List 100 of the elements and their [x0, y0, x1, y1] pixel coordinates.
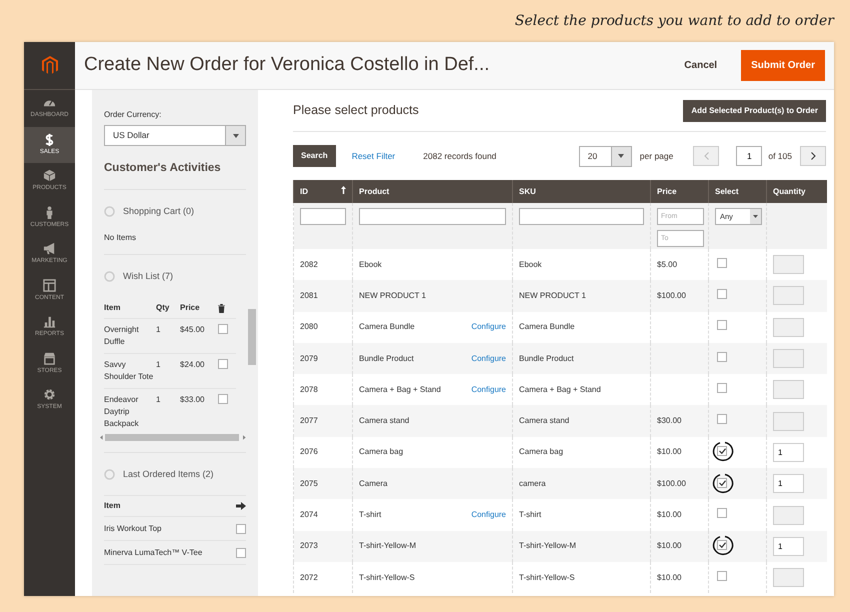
checkbox[interactable] — [236, 524, 246, 534]
table-cell: $30.00 — [657, 416, 682, 426]
spinner-icon — [104, 206, 115, 217]
section-title: Please select products — [293, 103, 419, 118]
column-header: Price — [650, 180, 708, 203]
caret-icon — [618, 154, 624, 158]
page-count: of 105 — [768, 150, 792, 162]
quantity-field[interactable]: 1 — [773, 442, 804, 462]
section-title[interactable]: Last Ordered Items (2) — [123, 468, 214, 481]
table-cell: NEW PRODUCT 1 — [359, 290, 426, 302]
checkbox[interactable] — [236, 548, 246, 558]
table-cell: 1 — [156, 354, 180, 390]
table-cell: 1 — [156, 319, 180, 354]
submit-order-button[interactable]: Submit Order — [741, 50, 825, 81]
checkbox[interactable] — [717, 352, 727, 362]
table-cell: 2072 — [294, 562, 352, 594]
table-cell: Iris Workout Top — [104, 522, 162, 535]
add-products-button[interactable]: Add Selected Product(s) to Order — [683, 100, 826, 122]
table-cell: Camera stand — [359, 415, 410, 428]
per-page-select[interactable]: 20 — [578, 146, 632, 166]
table-cell: $5.00 — [657, 260, 678, 269]
caret-icon — [753, 215, 758, 218]
column-header: Price — [180, 297, 218, 320]
checkbox[interactable] — [218, 359, 228, 370]
section-title[interactable]: Wish List (7) — [123, 270, 174, 283]
checkbox[interactable] — [218, 324, 228, 334]
table-cell: T-shirt-Yellow-M — [512, 530, 650, 562]
caption: Select the products you want to add to order — [514, 12, 834, 30]
scrollbar-thumb[interactable] — [104, 434, 240, 441]
column-header: Item — [104, 500, 120, 512]
logo-icon — [42, 56, 58, 75]
layout-icon — [43, 278, 56, 292]
previous-page-button[interactable] — [693, 146, 720, 166]
chevron-right-icon — [810, 152, 816, 160]
filter-field[interactable] — [300, 208, 346, 225]
column-header: Qty — [156, 297, 180, 320]
column-header[interactable]: ID — [300, 186, 308, 198]
table-cell: 2077 — [294, 405, 352, 437]
table-cell: camera — [512, 468, 650, 500]
configure-link[interactable]: Configure — [471, 321, 506, 334]
empty-message: No Items — [103, 232, 138, 244]
filter-field[interactable] — [519, 208, 644, 225]
table-cell: T-shirt — [359, 509, 382, 522]
checkbox[interactable] — [717, 446, 727, 456]
check-icon — [718, 448, 726, 454]
caret-icon — [232, 134, 238, 138]
megaphone-icon — [43, 242, 56, 256]
chevron-left-icon — [704, 152, 709, 160]
filter-field[interactable] — [359, 208, 506, 225]
column-header: Product — [352, 180, 512, 203]
section-title[interactable]: Shopping Cart (0) — [123, 204, 194, 218]
configure-link[interactable]: Configure — [471, 509, 506, 522]
checkbox[interactable] — [717, 570, 727, 581]
currency-select[interactable]: US Dollar — [104, 125, 246, 146]
table-cell: Camera + Bag + Stand — [359, 384, 441, 396]
checkbox[interactable] — [717, 382, 727, 393]
sort-arrow-icon — [341, 186, 346, 194]
page-title: Create New Order for Veronica Costello in Def... — [84, 54, 491, 77]
bar-chart-icon — [43, 315, 56, 328]
table-cell: Minerva LumaTech™ V-Tee — [104, 546, 202, 559]
page-input[interactable]: 1 — [736, 146, 762, 166]
cancel-button[interactable]: Cancel — [678, 57, 724, 74]
quantity-field[interactable]: 1 — [773, 474, 804, 494]
spinner-icon — [104, 270, 115, 282]
checkbox[interactable] — [717, 320, 727, 330]
box-icon — [43, 169, 56, 182]
next-page-button[interactable] — [800, 146, 826, 166]
table-cell: Camera Bundle — [359, 321, 415, 334]
table-cell: Camera bag — [359, 446, 404, 458]
checkbox[interactable] — [218, 394, 228, 404]
checkbox[interactable] — [717, 478, 727, 488]
checkbox[interactable] — [717, 258, 727, 268]
column-header: Item — [104, 297, 156, 320]
configure-link[interactable]: Configure — [471, 352, 506, 365]
checkbox[interactable] — [717, 540, 727, 550]
check-icon — [718, 542, 726, 548]
table-cell: Bundle Product — [359, 352, 414, 365]
table-cell: $10.00 — [657, 447, 682, 456]
table-cell: $100.00 — [657, 290, 686, 300]
quantity-field[interactable]: 1 — [773, 536, 804, 556]
reset-filter-link[interactable]: Reset Filter — [352, 150, 396, 162]
table-cell: T-shirt-Yellow-S — [512, 562, 650, 594]
per-page-label: per page — [640, 150, 674, 162]
column-header: Select — [708, 180, 766, 203]
table-cell: 2073 — [294, 530, 352, 562]
scroll-right-icon — [243, 434, 246, 440]
checkbox[interactable] — [717, 288, 727, 299]
arrow-right-icon — [236, 502, 246, 510]
storefront-icon — [43, 352, 56, 365]
table-cell: $100.00 — [657, 478, 686, 488]
checkbox[interactable] — [717, 508, 727, 518]
scrollbar-thumb[interactable] — [248, 309, 256, 366]
field-label: Order Currency: — [104, 109, 162, 121]
dollar-icon — [43, 132, 56, 146]
trash-icon — [218, 304, 225, 313]
checkbox[interactable] — [717, 414, 727, 424]
configure-link[interactable]: Configure — [471, 384, 506, 396]
table-cell: Overnight Duffle — [104, 319, 156, 354]
column-header: Quantity — [766, 180, 826, 203]
search-button[interactable]: Search — [293, 145, 336, 167]
